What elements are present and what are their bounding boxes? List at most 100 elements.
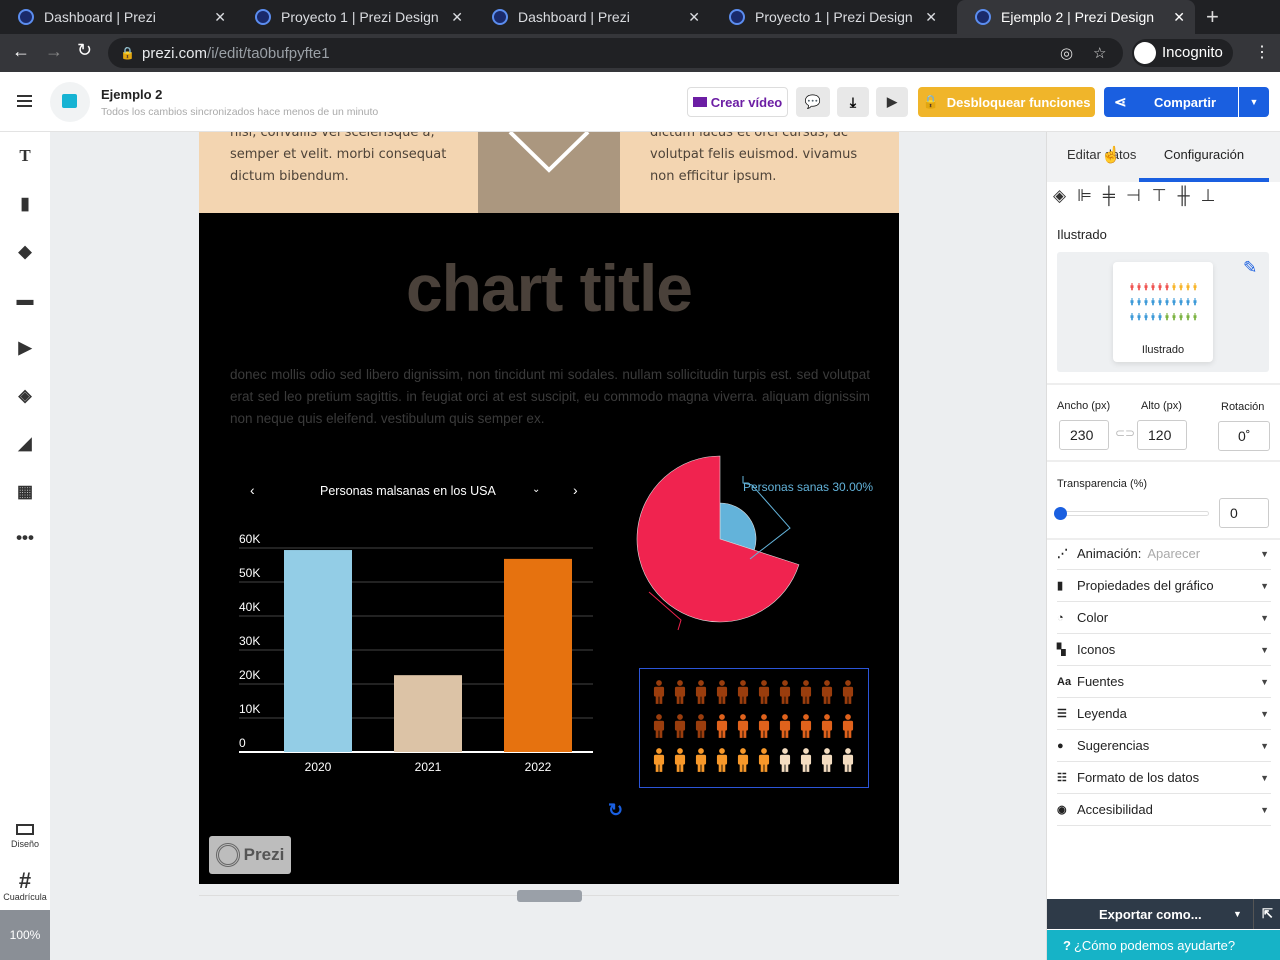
download-icon: ⤓ bbox=[849, 93, 857, 110]
legend-icon: ☰ bbox=[1057, 708, 1067, 720]
map-tool-icon[interactable]: ◆ bbox=[14, 242, 36, 262]
accordion-legend[interactable]: ☰ Leyenda ▼ bbox=[1057, 698, 1271, 730]
close-tab-icon[interactable]: ✕ bbox=[1173, 9, 1185, 26]
align-bottom-icon[interactable]: ⊥ bbox=[1201, 186, 1227, 205]
chart-type-card[interactable]: Ilustrado bbox=[1113, 262, 1213, 362]
close-tab-icon[interactable]: ✕ bbox=[688, 9, 700, 26]
height-input[interactable]: 120 bbox=[1137, 420, 1187, 450]
prev-chart-icon[interactable]: ‹ bbox=[250, 482, 255, 498]
accordion-data-format[interactable]: ☷ Formato de los datos ▼ bbox=[1057, 762, 1271, 794]
accordion-tooltips[interactable]: ● Sugerencias ▼ bbox=[1057, 730, 1271, 762]
y-tick-label: 20K bbox=[239, 668, 260, 682]
share-options-dropdown[interactable]: ▼ bbox=[1239, 87, 1269, 117]
caret-down-icon: ▼ bbox=[1260, 740, 1269, 751]
forward-icon[interactable]: → bbox=[45, 41, 63, 62]
left-text-block[interactable]: nisi, convallis vel scelerisque a, sempe… bbox=[230, 132, 450, 188]
close-tab-icon[interactable]: ✕ bbox=[451, 9, 463, 26]
browser-tab[interactable]: Proyecto 1 | Prezi Design ✕ bbox=[711, 0, 947, 34]
tracking-off-icon[interactable]: ◎ bbox=[1060, 44, 1073, 62]
help-button[interactable]: ? ¿Cómo podemos ayudarte? bbox=[1047, 930, 1280, 960]
accordion-animation[interactable]: ⋰ Animación: Aparecer ▼ bbox=[1057, 538, 1271, 570]
person-icon bbox=[695, 748, 707, 772]
transparency-input[interactable]: 0 bbox=[1219, 498, 1269, 528]
person-icon bbox=[1151, 298, 1155, 306]
tooltips-icon: ● bbox=[1057, 739, 1064, 752]
person-icon bbox=[674, 680, 686, 704]
unlock-features-button[interactable]: 🔒 Desbloquear funciones bbox=[918, 87, 1095, 117]
browser-tab[interactable]: Dashboard | Prezi ✕ bbox=[474, 0, 710, 34]
grid-button[interactable]: # Cuadrícula bbox=[0, 868, 50, 903]
rotation-input[interactable]: 0˚ bbox=[1218, 421, 1270, 451]
share-button[interactable]: ⋖ Compartir bbox=[1104, 87, 1238, 117]
align-middle-icon[interactable]: ╫ bbox=[1178, 186, 1201, 205]
prezi-watermark[interactable]: Prezi bbox=[209, 836, 291, 874]
presentation-title[interactable]: Ejemplo 2 bbox=[101, 87, 162, 102]
fonts-icon: Aa bbox=[1057, 675, 1072, 688]
slider-thumb[interactable] bbox=[1054, 507, 1067, 520]
layers-tool-icon[interactable]: ◈ bbox=[14, 386, 36, 406]
present-button[interactable]: ▶ bbox=[876, 87, 908, 117]
x-tick-label: 2021 bbox=[415, 760, 442, 774]
browser-tab-active[interactable]: Ejemplo 2 | Prezi Design ✕ bbox=[957, 0, 1195, 34]
chart-tool-icon[interactable]: ▮ bbox=[14, 194, 36, 214]
export-icon[interactable]: ⇱ bbox=[1253, 899, 1280, 929]
align-left-icon[interactable]: ⊫ bbox=[1077, 186, 1103, 205]
link-ratio-icon[interactable]: ⊂⊃ bbox=[1115, 426, 1135, 440]
close-tab-icon[interactable]: ✕ bbox=[214, 9, 226, 26]
tab-configuration[interactable]: Configuración bbox=[1139, 132, 1269, 182]
shapes-tool-icon[interactable]: ◢ bbox=[14, 434, 36, 454]
y-tick-label: 50K bbox=[239, 566, 260, 580]
share-icon: ⋖ bbox=[1114, 94, 1127, 111]
width-input[interactable]: 230 bbox=[1059, 420, 1109, 450]
comments-button[interactable]: 💬 bbox=[796, 87, 830, 117]
bar-chart[interactable]: 0 10K 20K 30K 40K 50K 60K 2020 2021 2022 bbox=[229, 522, 599, 782]
more-tools-icon[interactable]: ••• bbox=[14, 528, 36, 548]
stickers-tool-icon[interactable]: ▦ bbox=[14, 482, 36, 502]
export-as-button[interactable]: Exportar como... ▼ ⇱ bbox=[1047, 899, 1280, 929]
chart-selector[interactable]: Personas malsanas en los USA bbox=[320, 484, 496, 498]
caret-down-icon: ▼ bbox=[1260, 772, 1269, 783]
layer-order-icon[interactable]: ◈ bbox=[1053, 186, 1077, 205]
transparency-slider[interactable] bbox=[1054, 507, 1209, 520]
grid-icon: # bbox=[18, 868, 32, 893]
pictogram-chart-selected[interactable] bbox=[639, 668, 869, 788]
download-button[interactable]: ⤓ bbox=[837, 87, 869, 117]
chart-selector-caret-icon[interactable]: ⌄ bbox=[532, 484, 540, 495]
person-icon bbox=[821, 680, 833, 704]
pie-chart[interactable]: Personas sanas 30.00%Personas malsanas bbox=[629, 442, 879, 662]
hamburger-menu-icon[interactable] bbox=[17, 95, 32, 107]
person-icon bbox=[1193, 313, 1197, 321]
url-input[interactable]: 🔒 prezi.com/i/edit/ta0bufpyfte1 ◎ ☆ bbox=[108, 38, 1123, 68]
resize-handle[interactable] bbox=[517, 890, 582, 902]
zoom-level[interactable]: 100% bbox=[0, 910, 50, 960]
right-text-block[interactable]: dictum lacus et orci cursus, ac volutpat… bbox=[650, 132, 870, 188]
accordion-fonts[interactable]: Aa Fuentes ▼ bbox=[1057, 666, 1271, 698]
back-icon[interactable]: ← bbox=[12, 41, 30, 62]
accordion-chart-properties[interactable]: ▮ Propiedades del gráfico ▼ bbox=[1057, 570, 1271, 602]
prezi-design-logo[interactable] bbox=[50, 82, 90, 122]
close-tab-icon[interactable]: ✕ bbox=[925, 9, 937, 26]
body-text[interactable]: donec mollis odio sed libero dignissim, … bbox=[230, 364, 870, 430]
edit-chart-type-icon[interactable]: ✎ bbox=[1243, 258, 1257, 278]
browser-menu-icon[interactable]: ⋮ bbox=[1254, 42, 1270, 62]
browser-tab[interactable]: Dashboard | Prezi ✕ bbox=[0, 0, 236, 34]
bookmark-star-icon[interactable]: ☆ bbox=[1093, 44, 1106, 62]
browser-tab[interactable]: Proyecto 1 | Prezi Design ✕ bbox=[237, 0, 473, 34]
video-tool-icon[interactable]: ▶ bbox=[14, 338, 36, 358]
align-center-icon[interactable]: ╪ bbox=[1103, 186, 1126, 205]
create-video-button[interactable]: Crear vídeo bbox=[687, 87, 788, 117]
accordion-icons[interactable]: ▚ Iconos ▼ bbox=[1057, 634, 1271, 666]
slide-canvas[interactable]: nisi, convallis vel scelerisque a, sempe… bbox=[199, 132, 899, 884]
chart-title[interactable]: chart title bbox=[199, 250, 899, 326]
accordion-color[interactable]: ◔ Color ▼ bbox=[1057, 602, 1271, 634]
incognito-badge[interactable]: Incognito bbox=[1132, 39, 1233, 67]
image-tool-icon[interactable]: ▬ bbox=[14, 290, 36, 310]
new-tab-button[interactable]: + bbox=[1206, 4, 1219, 30]
reload-icon[interactable]: ↻ bbox=[77, 40, 92, 61]
next-chart-icon[interactable]: › bbox=[573, 482, 578, 498]
text-tool-icon[interactable]: T bbox=[14, 146, 36, 166]
design-button[interactable]: Diseño bbox=[0, 824, 50, 849]
align-right-icon[interactable]: ⊣ bbox=[1126, 186, 1152, 205]
accordion-accessibility[interactable]: ◉ Accesibilidad ▼ bbox=[1057, 794, 1271, 826]
align-top-icon[interactable]: ⊤ bbox=[1152, 186, 1178, 205]
